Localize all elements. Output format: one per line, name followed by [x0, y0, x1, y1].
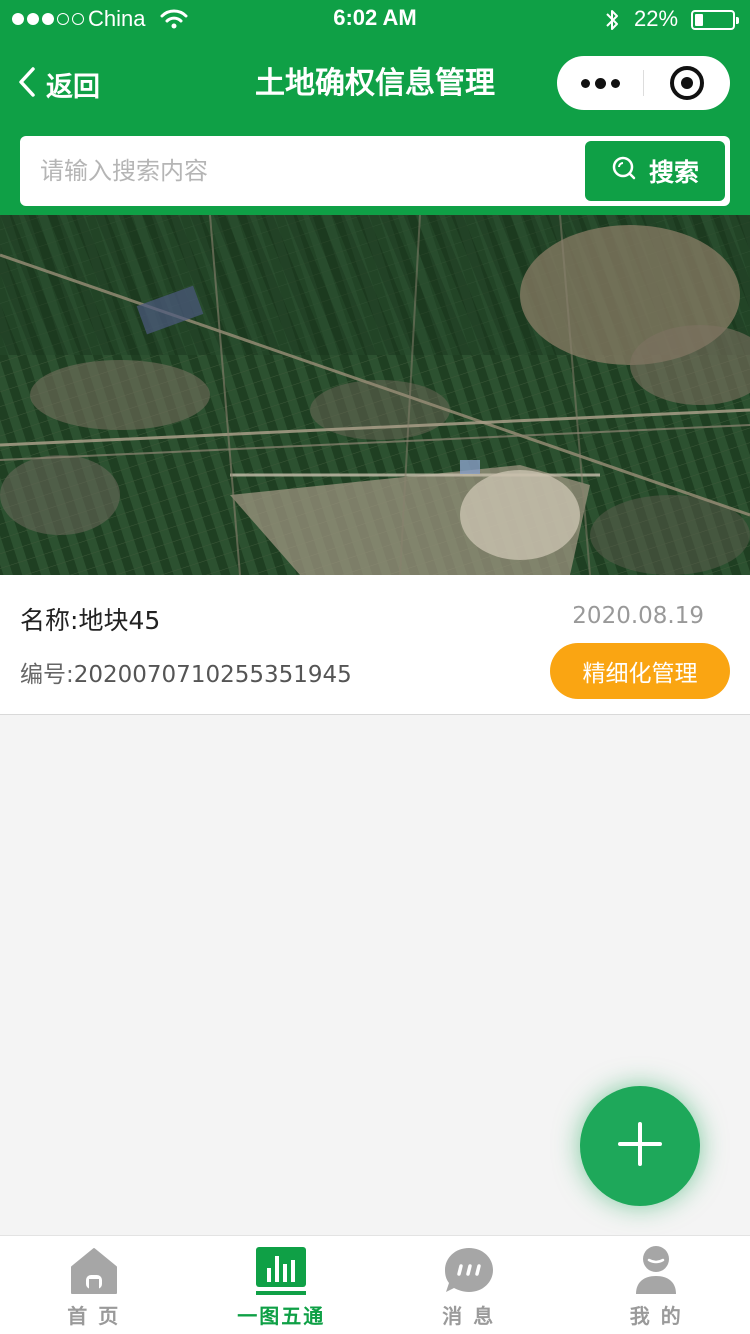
tab-bar: 首 页 一图五通 消 息 我 的 [0, 1235, 750, 1334]
status-bar: China 6:02 AM 22% [0, 0, 750, 40]
bluetooth-icon [604, 7, 620, 37]
plus-icon [617, 1121, 663, 1171]
home-icon [69, 1246, 119, 1296]
search-bar: 搜索 [20, 136, 730, 206]
search-button-label: 搜索 [648, 158, 699, 187]
record-date: 2020.08.19 [572, 603, 704, 629]
tab-me[interactable]: 我 的 [563, 1236, 750, 1334]
search-button[interactable]: 搜索 [585, 141, 725, 201]
id-label: 编号: [20, 662, 74, 688]
search-icon [611, 155, 637, 187]
satellite-map[interactable] [0, 215, 750, 575]
miniprogram-capsule [557, 56, 730, 110]
battery-percent: 22% [634, 6, 679, 31]
name-label: 名称: [20, 606, 79, 635]
tab-messages[interactable]: 消 息 [375, 1236, 563, 1334]
tab-home[interactable]: 首 页 [0, 1236, 188, 1334]
tab-one-map[interactable]: 一图五通 [188, 1236, 376, 1334]
satellite-imagery [0, 215, 750, 575]
target-icon [670, 66, 704, 100]
tab-me-label: 我 的 [629, 1304, 683, 1328]
id-value: 2020070710255351945 [73, 662, 352, 688]
chart-icon [255, 1246, 307, 1296]
record-id: 编号:2020070710255351945 [20, 655, 352, 689]
more-options-button[interactable] [557, 56, 643, 110]
battery-icon [691, 10, 739, 30]
user-icon [634, 1246, 678, 1296]
add-button[interactable] [580, 1086, 700, 1206]
tab-one-map-label: 一图五通 [237, 1304, 326, 1328]
tab-home-label: 首 页 [67, 1304, 121, 1328]
name-value: 地块45 [78, 606, 161, 635]
record-card[interactable]: 名称:地块45 2020.08.19 编号:202007071025535194… [0, 575, 750, 715]
search-input[interactable] [40, 146, 580, 196]
record-name: 名称:地块45 [20, 601, 160, 637]
message-icon [443, 1246, 495, 1296]
tab-messages-label: 消 息 [442, 1304, 496, 1328]
close-miniprogram-button[interactable] [644, 56, 730, 110]
fine-management-button[interactable]: 精细化管理 [550, 643, 730, 699]
more-dots-icon [580, 78, 590, 88]
